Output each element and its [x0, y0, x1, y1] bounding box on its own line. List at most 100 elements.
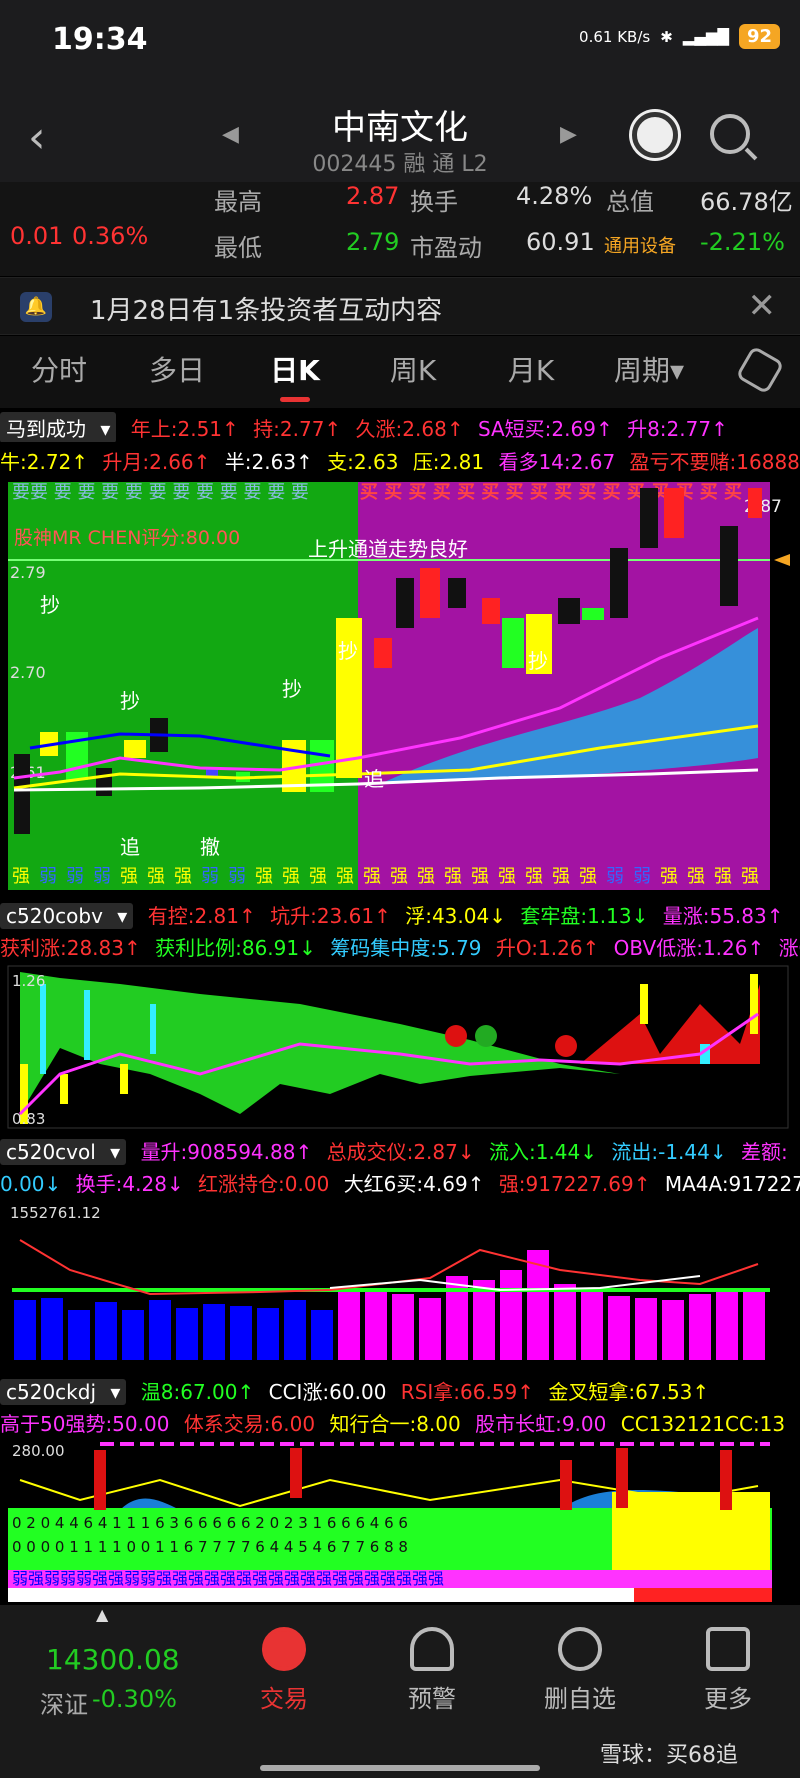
ckdj-chart[interactable]: 280.00 0 2 0 4 4 6 4 1 1 1 6 3 6 6 6 6 6… [0, 1440, 800, 1602]
more-button[interactable]: 更多 [668, 1627, 788, 1714]
strength-label: 强 [525, 866, 543, 887]
index-value[interactable]: 14300.08 [46, 1643, 180, 1676]
quote-panel: 0.01 0.36% 最高 2.87 换手 4.28% 总值 66.78亿 最低… [0, 182, 800, 276]
buy-signal-row: 买 买 买 买 买 买 买 买 买 买 买 买 买 买 买 买 [360, 482, 742, 503]
strength-label: 强 [417, 866, 435, 887]
strength-label: 强 [579, 866, 597, 887]
volume-bar [689, 1294, 711, 1360]
next-stock-icon[interactable]: ▶ [560, 122, 577, 147]
strength-label: 强 [174, 866, 192, 887]
volume-bar [500, 1270, 522, 1360]
alert-button[interactable]: 预警 [372, 1627, 492, 1714]
total-label: 总值 [606, 188, 654, 216]
status-icons: 0.61 KB/s ✱ ▂▄▆█ 92 [579, 24, 780, 49]
obv-chart[interactable]: 1.26 0.83 [0, 964, 800, 1130]
volume-bar [230, 1306, 252, 1360]
main-indicator-line1: 马到成功 ▾ 年上:2.51↑ 持:2.77↑ 久涨:2.68↑ SA短买:2.… [0, 412, 800, 442]
tab-period[interactable]: 周期▾ [590, 336, 708, 408]
vol-line1: c520cvol ▾ 量升:908594.88↑ 总成交仪:2.87↓ 流入:1… [0, 1136, 800, 1166]
volume-bar [284, 1300, 306, 1360]
volume-bar [716, 1290, 738, 1360]
turnover-label: 换手 [410, 188, 458, 216]
minus-circle-icon [558, 1627, 602, 1671]
strength-label: 强 [120, 866, 138, 887]
price-change: 0.01 [10, 222, 64, 250]
tab-monthly-k[interactable]: 月K [472, 336, 590, 408]
home-indicator [260, 1765, 540, 1771]
volume-bar [365, 1290, 387, 1360]
vol-indicator-select[interactable]: c520cvol ▾ [0, 1139, 127, 1165]
strength-label: 强 [309, 866, 327, 887]
obv-line1: c520cobv ▾ 有控:2.81↑ 坑升:23.61↑ 浮:43.04↓ 套… [0, 900, 800, 930]
strength-label: 强 [714, 866, 732, 887]
strength-label: 弱 [606, 866, 624, 887]
obv-indicator-select[interactable]: c520cobv ▾ [0, 903, 134, 929]
tab-daily-k[interactable]: 日K [236, 336, 354, 408]
volume-bar [581, 1288, 603, 1360]
volume-chart[interactable]: 1552761.12 [0, 1200, 800, 1370]
strength-label: 强 [12, 866, 30, 887]
robot-icon[interactable] [632, 112, 678, 158]
watermark: 雪球：买68追 [600, 1743, 738, 1768]
volume-bar [14, 1300, 36, 1360]
svg-text:抄: 抄 [282, 677, 302, 701]
svg-text:买 买 买 买 买 买 买 买 买 买 买 买 买 买 买: 买 买 买 买 买 买 买 买 买 买 买 买 买 买 买 买 [360, 482, 742, 503]
search-icon[interactable] [710, 114, 750, 154]
kline-chart[interactable]: 买 买 买 买 买 买 买 买 买 买 买 买 买 买 买 买 要要 要 要 要… [0, 478, 800, 892]
index-name[interactable]: 深证 [40, 1685, 88, 1720]
strength-label: 强 [147, 866, 165, 887]
volume-bar [311, 1310, 333, 1360]
close-icon[interactable]: ✕ [748, 286, 777, 326]
volume-bar [68, 1310, 90, 1360]
status-bar: 19:34 0.61 KB/s ✱ ▂▄▆█ 92 [0, 0, 800, 86]
bell-icon: 🔔 [20, 292, 52, 322]
strength-label: 强 [471, 866, 489, 887]
price-label-270: 2.70 [10, 663, 46, 682]
main-indicator-select[interactable]: 马到成功 ▾ [0, 412, 117, 442]
chart-tabs: 分时 多日 日K 周K 月K 周期▾ [0, 336, 800, 408]
volume-bar [743, 1290, 765, 1360]
strength-label: 强 [255, 866, 273, 887]
bottom-bar: ▲ 14300.08 深证 -0.30% 交易 预警 删自选 更多 雪球：买68… [0, 1605, 800, 1778]
svg-text:抄: 抄 [338, 639, 358, 663]
notice-text[interactable]: 1月28日有1条投资者互动内容 [90, 290, 442, 327]
svg-text:0 0 0 0 1 1 1 1 0 0 1 1 6 7 7: 0 0 0 0 1 1 1 1 0 0 1 1 6 7 7 7 7 6 4 4 … [12, 1538, 408, 1556]
signal-icon: ▂▄▆█ [682, 27, 729, 46]
vol-ymax: 1552761.12 [10, 1204, 101, 1222]
ckdj-indicator-select[interactable]: c520ckdj ▾ [0, 1379, 127, 1405]
svg-text:弱强弱弱弱强强弱弱强强强强强强强强强强强强强强强强强强: 弱强弱弱弱强强弱弱强强强强强强强强强强强强强强强强强强 [12, 1569, 444, 1588]
strength-label: 强 [741, 866, 759, 887]
total-value: 66.78亿 [700, 188, 793, 216]
notice-bar[interactable]: 🔔 1月28日有1条投资者互动内容 ✕ [0, 277, 800, 335]
price-label-279: 2.79 [10, 563, 46, 582]
tab-weekly-k[interactable]: 周K [354, 336, 472, 408]
svg-text:追: 追 [364, 767, 384, 791]
index-pct[interactable]: -0.30% [92, 1685, 177, 1713]
duo-marker [445, 1025, 467, 1047]
strength-label: 强 [552, 866, 570, 887]
trade-button[interactable]: 交易 [224, 1627, 344, 1714]
volume-bar [419, 1298, 441, 1360]
status-time: 19:34 [52, 22, 148, 57]
pe-value: 60.91 [526, 228, 595, 256]
stock-name: 中南文化 [332, 108, 468, 148]
svg-text:抄: 抄 [528, 649, 548, 673]
volume-bar [149, 1300, 171, 1360]
tab-fenshi[interactable]: 分时 [0, 336, 118, 408]
low-value: 2.79 [346, 228, 400, 256]
collapse-icon[interactable]: ▲ [96, 1605, 108, 1624]
settings-icon[interactable] [735, 345, 785, 395]
high-label: 最高 [214, 188, 262, 216]
grid-icon [706, 1627, 750, 1671]
obv-ymax: 1.26 [12, 972, 45, 990]
strength-label: 强 [363, 866, 381, 887]
volume-bar [41, 1298, 63, 1360]
sell-signal-row: 要要 要 要 要 要 要 要 要 要 要 要 要 [12, 482, 309, 503]
remove-watchlist-button[interactable]: 删自选 [520, 1627, 640, 1714]
sector-name[interactable]: 通用设备 [604, 232, 676, 258]
tab-duori[interactable]: 多日 [118, 336, 236, 408]
high-value: 2.87 [346, 182, 400, 210]
volume-bar [608, 1296, 630, 1360]
ckdj-ymax: 280.00 [12, 1442, 65, 1460]
volume-bar [203, 1304, 225, 1360]
